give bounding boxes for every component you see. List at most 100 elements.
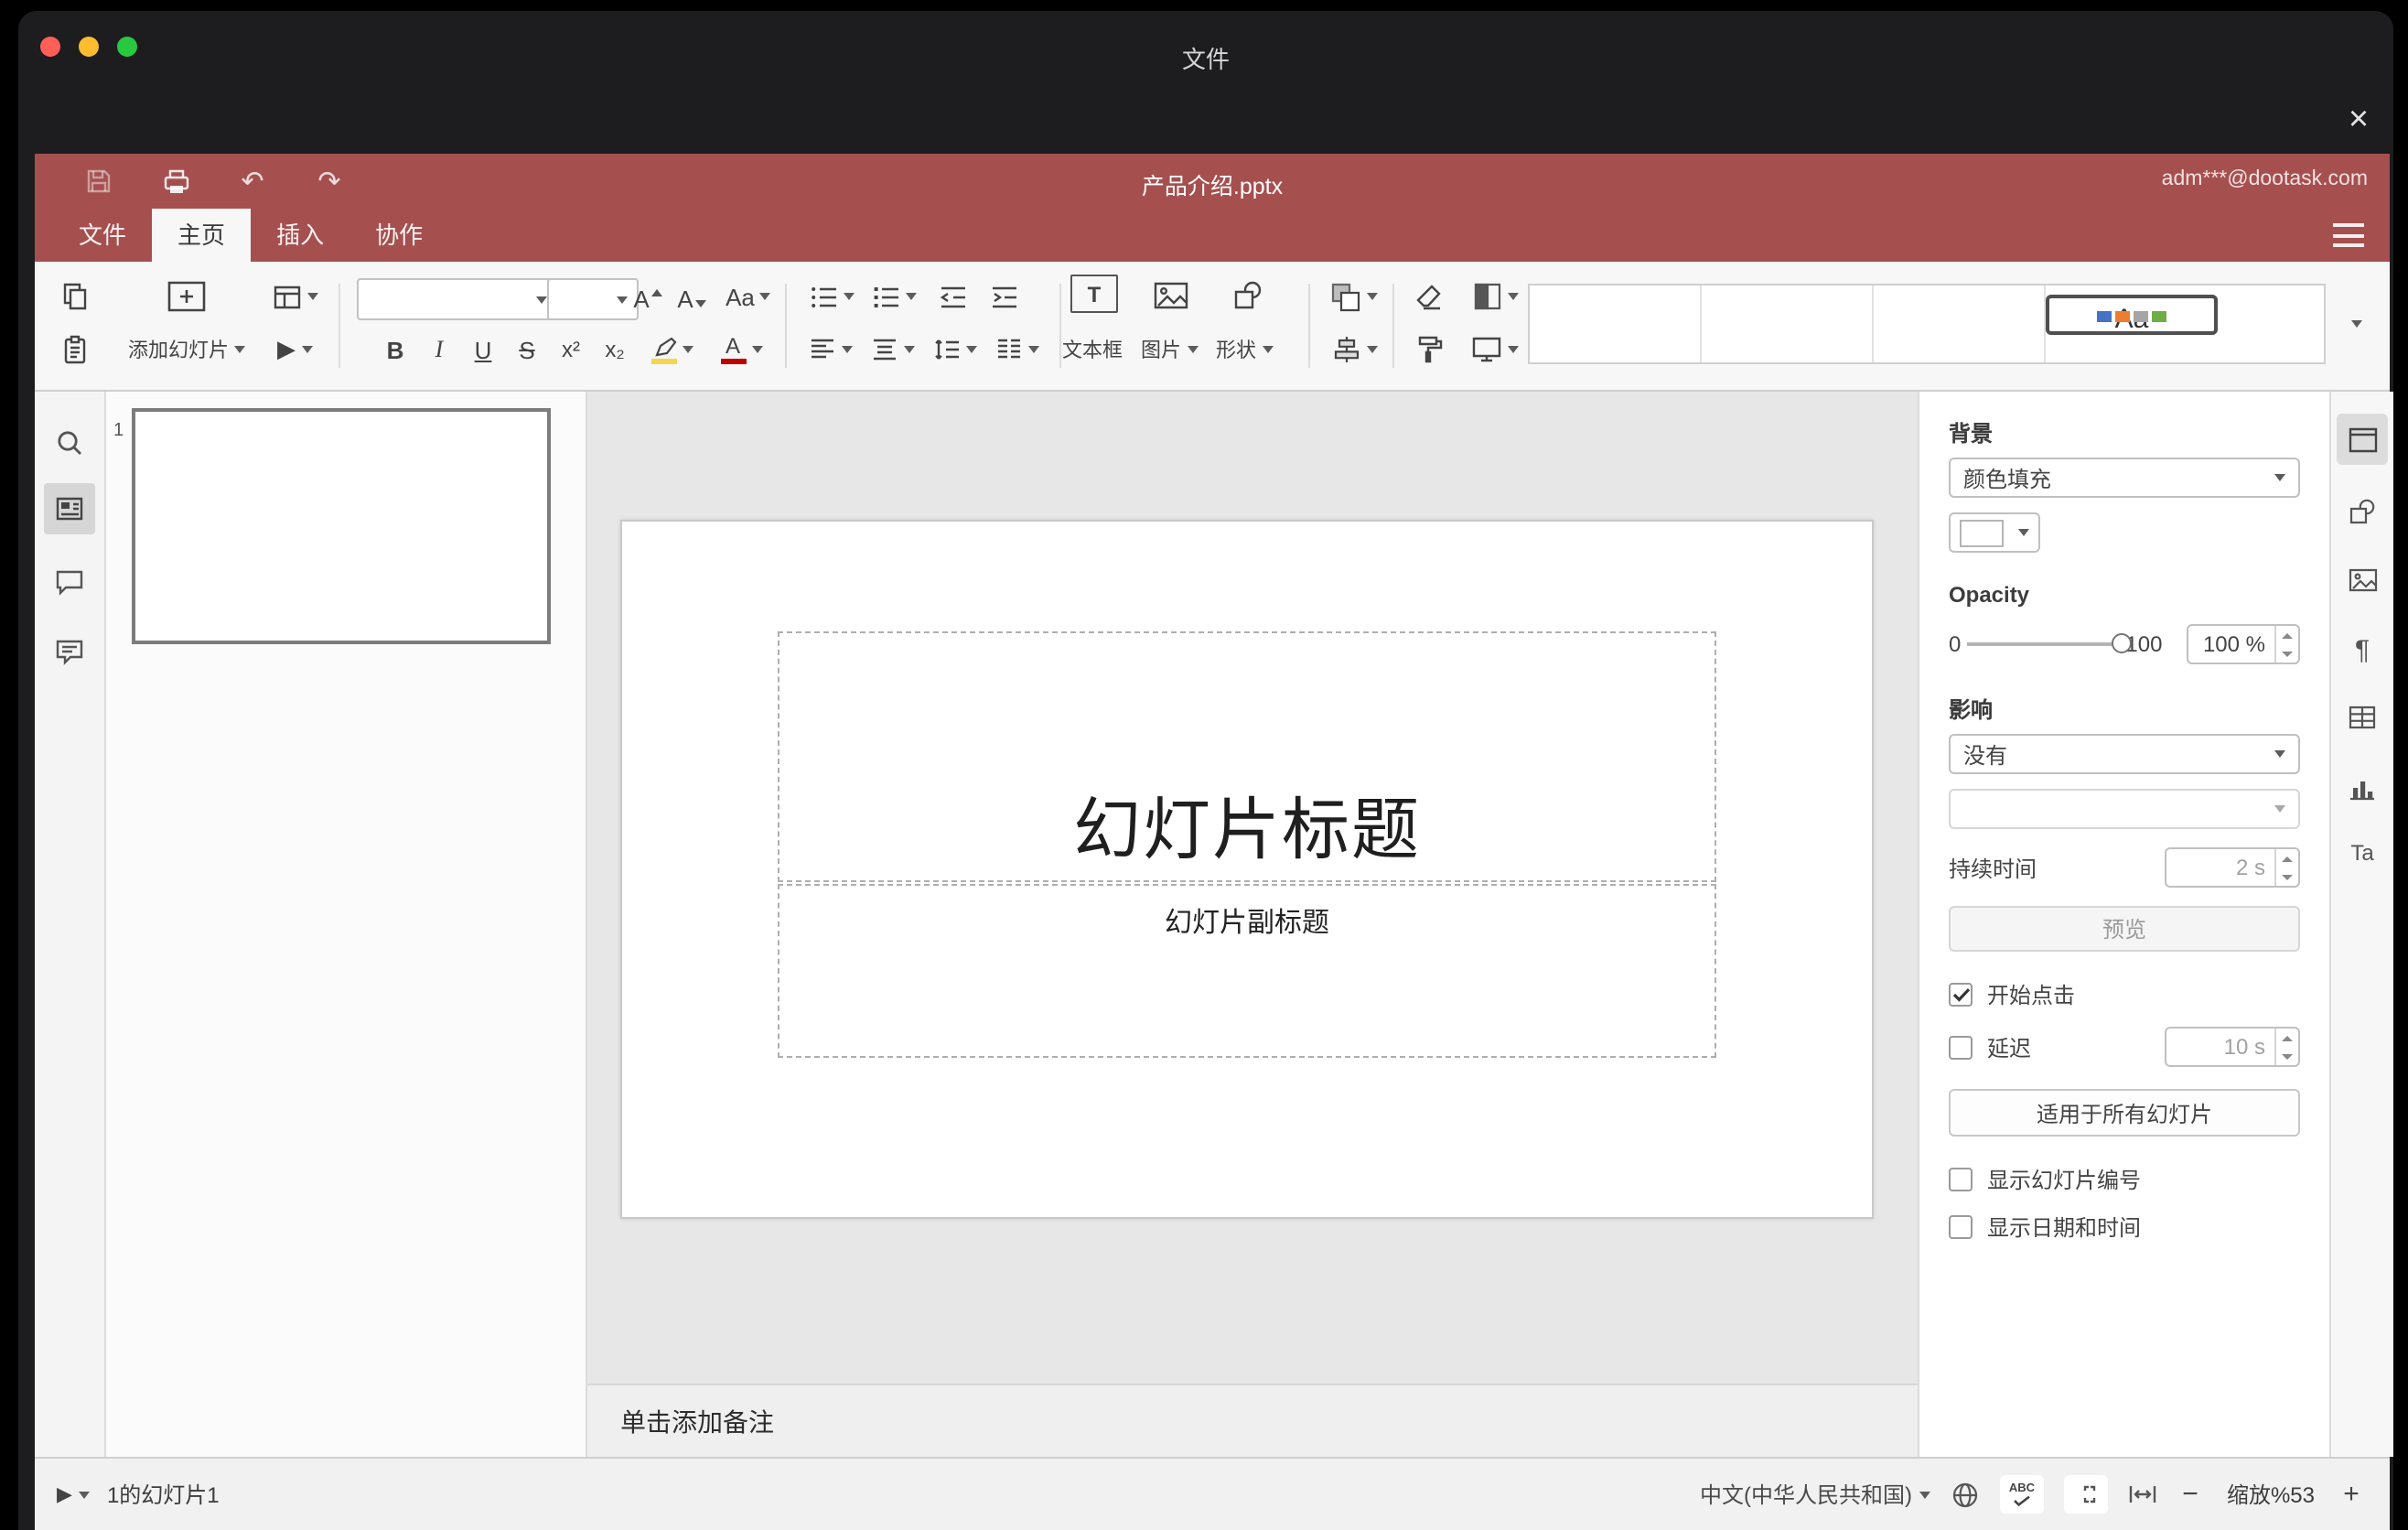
paste-button[interactable] (53, 329, 97, 370)
theme-gallery-expand-button[interactable] (2337, 284, 2377, 364)
insert-shape-button[interactable] (1224, 275, 1272, 315)
superscript-button[interactable]: x² (551, 329, 591, 370)
change-layout-button[interactable] (265, 276, 324, 317)
slides-panel-button[interactable] (44, 483, 95, 534)
copy-button[interactable] (53, 276, 97, 317)
change-case-button[interactable]: Aa (719, 278, 778, 315)
slide-size-button[interactable] (1466, 329, 1524, 370)
highlight-color-button[interactable] (642, 328, 701, 372)
title-placeholder[interactable]: 幻灯片标题 (778, 631, 1716, 882)
opacity-slider-knob[interactable] (2111, 633, 2132, 653)
decrease-font-button[interactable]: A (672, 278, 712, 318)
slide-settings-tab[interactable] (2337, 414, 2388, 465)
slide-canvas[interactable]: 幻灯片标题 幻灯片副标题 (587, 392, 1918, 1384)
menu-hamburger-icon[interactable] (2333, 223, 2364, 247)
add-slide-button[interactable] (161, 273, 212, 320)
fit-slide-button[interactable] (2064, 1475, 2108, 1514)
undo-button[interactable]: ↶ (236, 165, 269, 198)
notes-area[interactable]: 单击添加备注 (587, 1384, 1918, 1457)
delay-input[interactable]: 10 s (2165, 1027, 2300, 1067)
font-name-combo[interactable] (357, 278, 558, 320)
opacity-slider[interactable] (1966, 633, 2132, 653)
start-on-click-checkbox-row[interactable]: 开始点击 (1949, 979, 2300, 1010)
italic-button[interactable]: I (419, 329, 459, 370)
search-button[interactable] (44, 417, 95, 469)
spellcheck-toggle[interactable]: ABC (2000, 1475, 2044, 1514)
language-selector[interactable]: 中文(中华人民共和国) (1700, 1479, 1930, 1510)
vertical-align-button[interactable] (865, 329, 920, 370)
delay-spinner[interactable] (2274, 1029, 2298, 1065)
increase-indent-button[interactable] (983, 276, 1027, 317)
comments-button[interactable] (44, 556, 95, 608)
duration-spinner[interactable] (2274, 849, 2298, 886)
opacity-spinner[interactable] (2274, 626, 2298, 663)
line-spacing-button[interactable] (928, 329, 983, 370)
delay-checkbox[interactable] (1949, 1035, 1973, 1059)
insert-image-button[interactable] (1147, 275, 1195, 315)
opacity-input[interactable]: 100 % (2187, 624, 2300, 664)
preview-button[interactable]: 预览 (1949, 906, 2300, 952)
duration-input[interactable]: 2 s (2165, 847, 2300, 888)
theme-option[interactable] (2218, 286, 2324, 362)
fill-color-select[interactable] (1949, 512, 2040, 553)
decrease-indent-button[interactable] (931, 276, 975, 317)
subtitle-placeholder[interactable]: 幻灯片副标题 (778, 884, 1716, 1058)
theme-option[interactable] (1874, 286, 2046, 362)
chart-settings-tab[interactable] (2337, 761, 2388, 813)
apply-to-all-slides-button[interactable]: 适用于所有幻灯片 (1949, 1089, 2300, 1137)
color-scheme-button[interactable] (1466, 276, 1524, 317)
align-shapes-button[interactable] (1323, 329, 1385, 370)
start-on-click-checkbox[interactable] (1949, 983, 1973, 1007)
theme-option[interactable] (1530, 286, 1702, 362)
chat-button[interactable] (44, 626, 95, 677)
slide[interactable]: 幻灯片标题 幻灯片副标题 (620, 520, 1874, 1219)
horizontal-align-button[interactable] (803, 329, 858, 370)
strikethrough-button[interactable]: S (507, 329, 547, 370)
slide-thumbnail[interactable] (132, 408, 551, 644)
textbox-button[interactable]: T (1070, 275, 1118, 313)
show-date-time-row[interactable]: 显示日期和时间 (1949, 1212, 2300, 1243)
image-settings-tab[interactable] (2337, 555, 2388, 606)
numbering-button[interactable] (865, 276, 920, 317)
save-button[interactable] (82, 165, 115, 198)
start-slideshow-toolbar-button[interactable]: ▶ (265, 329, 324, 370)
fit-width-button[interactable] (2128, 1482, 2157, 1506)
tab-insert[interactable]: 插入 (251, 209, 349, 262)
bullets-button[interactable] (803, 276, 858, 317)
table-settings-tab[interactable] (2337, 692, 2388, 743)
show-slide-number-checkbox[interactable] (1949, 1168, 1973, 1191)
redo-button[interactable]: ↷ (313, 165, 346, 198)
zoom-out-button[interactable]: − (2177, 1479, 2203, 1510)
arrange-shapes-button[interactable] (1323, 276, 1385, 317)
show-slide-number-row[interactable]: 显示幻灯片编号 (1949, 1164, 2300, 1195)
tab-collaboration[interactable]: 协作 (349, 209, 448, 262)
insert-shape-menu[interactable]: 形状 (1193, 335, 1295, 364)
effect-variant-select[interactable] (1949, 789, 2300, 829)
show-date-time-checkbox[interactable] (1949, 1215, 1973, 1239)
underline-button[interactable]: U (463, 329, 503, 370)
font-size-combo[interactable] (547, 278, 639, 320)
increase-font-button[interactable]: A (628, 278, 668, 318)
close-icon[interactable]: × (2337, 99, 2381, 143)
clear-style-button[interactable] (1407, 276, 1451, 317)
tab-home[interactable]: 主页 (152, 209, 252, 262)
set-language-button[interactable] (1951, 1480, 1980, 1509)
textbox-icon: T (1070, 275, 1118, 313)
start-slideshow-status-button[interactable]: ▶ (57, 1482, 91, 1506)
tab-file[interactable]: 文件 (53, 209, 152, 262)
theme-option[interactable] (1702, 286, 1874, 362)
paragraph-settings-tab[interactable]: ¶ (2337, 624, 2388, 675)
copy-style-button[interactable] (1407, 329, 1451, 370)
add-slide-menu[interactable]: 添加幻灯片 (104, 335, 269, 364)
textart-settings-tab[interactable]: Ta (2337, 827, 2388, 878)
fill-type-select[interactable]: 颜色填充 (1949, 458, 2300, 498)
font-color-button[interactable]: A (712, 328, 770, 372)
zoom-in-button[interactable]: + (2338, 1479, 2364, 1510)
subscript-button[interactable]: x₂ (595, 329, 635, 370)
print-button[interactable] (159, 165, 192, 198)
theme-option-selected[interactable]: Aa (2046, 295, 2218, 335)
spellcheck-label: ABC (2008, 1482, 2036, 1495)
bold-button[interactable]: B (375, 329, 415, 370)
effect-select[interactable]: 没有 (1949, 734, 2300, 774)
shape-settings-tab[interactable] (2337, 485, 2388, 536)
